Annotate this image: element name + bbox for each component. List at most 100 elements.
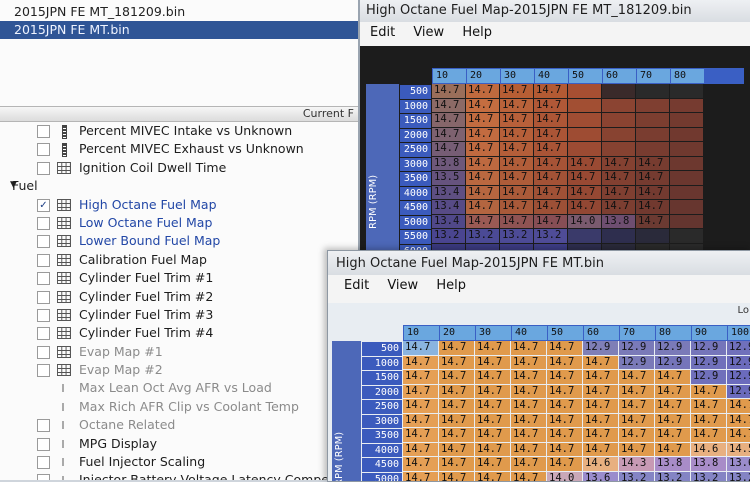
map-cell[interactable]: 12.9 — [583, 341, 618, 355]
tree-item[interactable]: Lower Bound Fuel Map — [0, 232, 362, 250]
map-cell[interactable] — [636, 229, 669, 243]
map-cell[interactable]: 12.9 — [727, 355, 750, 369]
map-cell[interactable]: 14.7 — [466, 156, 499, 170]
row-header[interactable]: 1000 — [400, 99, 431, 113]
map-cell[interactable]: 14.7 — [583, 370, 618, 384]
map-cell[interactable] — [568, 127, 601, 141]
map-cell[interactable]: 14.7 — [619, 384, 654, 398]
column-header[interactable]: 80 — [671, 69, 704, 83]
file-item[interactable]: 2015JPN FE MT_181209.bin — [0, 3, 360, 21]
map-cell[interactable]: 14.7 — [619, 413, 654, 427]
row-header[interactable]: 2500 — [362, 400, 402, 414]
column-header[interactable]: 40 — [512, 326, 547, 340]
item-checkbox[interactable] — [37, 437, 50, 451]
column-header[interactable]: 50 — [548, 326, 583, 340]
row-header[interactable]: 3000 — [362, 414, 402, 428]
column-header[interactable]: 30 — [501, 69, 534, 83]
tree-item[interactable]: Evap Map #2 — [0, 361, 362, 379]
map-cell[interactable]: 13.8 — [602, 214, 635, 228]
map-cell[interactable] — [636, 84, 669, 98]
map-cell[interactable]: 14.7 — [466, 214, 499, 228]
map-cell[interactable]: 14.7 — [466, 200, 499, 214]
map-cell[interactable]: 14.7 — [534, 127, 567, 141]
back-map-window[interactable]: High Octane Fuel Map-2015JPN FE MT_18120… — [358, 0, 750, 270]
map-cell[interactable]: 14.7 — [511, 442, 546, 456]
item-checkbox[interactable] — [37, 345, 50, 359]
map-cell[interactable]: 14.7 — [403, 457, 438, 471]
map-cell[interactable]: 14.7 — [619, 442, 654, 456]
map-cell[interactable]: 14.0 — [568, 214, 601, 228]
map-cell[interactable] — [568, 98, 601, 112]
map-cell[interactable]: 13.2 — [500, 229, 533, 243]
map-cell[interactable] — [602, 84, 635, 98]
map-cell[interactable]: 14.7 — [547, 428, 582, 442]
map-cell[interactable] — [670, 200, 703, 214]
map-cell[interactable]: 14.6 — [583, 457, 618, 471]
map-cell[interactable]: 14.7 — [475, 399, 510, 413]
map-cell[interactable]: 14.7 — [432, 113, 465, 127]
map-cell[interactable]: 14.7 — [583, 442, 618, 456]
map-cell[interactable]: 14.7 — [500, 156, 533, 170]
map-cell[interactable]: 13.8 — [432, 156, 465, 170]
map-cell[interactable]: 14.7 — [534, 98, 567, 112]
map-cell[interactable]: 14.7 — [475, 457, 510, 471]
item-checkbox[interactable] — [37, 308, 50, 322]
row-header[interactable]: 1000 — [362, 356, 402, 370]
map-cell[interactable]: 14.7 — [403, 341, 438, 355]
map-cell[interactable]: 14.7 — [636, 185, 669, 199]
column-header[interactable]: 20 — [440, 326, 475, 340]
map-cell[interactable]: 14.7 — [636, 171, 669, 185]
map-cell[interactable]: 14.7 — [439, 355, 474, 369]
menu-view[interactable]: View — [387, 278, 418, 293]
map-cell[interactable]: 14.7 — [602, 156, 635, 170]
map-cell[interactable]: 14.7 — [439, 442, 474, 456]
column-header[interactable]: 50 — [569, 69, 602, 83]
item-checkbox[interactable] — [37, 161, 50, 175]
map-cell[interactable]: 14.7 — [534, 200, 567, 214]
map-cell[interactable]: 14.7 — [439, 341, 474, 355]
map-cell[interactable]: 13.8 — [691, 457, 726, 471]
row-header[interactable]: 4500 — [362, 458, 402, 472]
map-cell[interactable] — [602, 142, 635, 156]
map-cell[interactable] — [670, 156, 703, 170]
map-cell[interactable]: 12.9 — [727, 341, 750, 355]
row-header[interactable]: 4500 — [400, 201, 431, 215]
tree-item[interactable]: Injector Battery Voltage Latency Compen — [0, 471, 362, 480]
map-cell[interactable]: 14.7 — [439, 370, 474, 384]
map-cell[interactable]: 14.7 — [547, 413, 582, 427]
map-cell[interactable]: 14.7 — [475, 384, 510, 398]
map-cell[interactable]: 14.7 — [511, 428, 546, 442]
item-checkbox[interactable] — [37, 364, 50, 378]
row-header[interactable]: 3000 — [400, 157, 431, 171]
map-cell[interactable]: 14.7 — [534, 142, 567, 156]
row-header[interactable]: 500 — [362, 342, 402, 356]
map-cell[interactable]: 14.7 — [475, 370, 510, 384]
map-cell[interactable]: 12.9 — [619, 341, 654, 355]
menu-help[interactable]: Help — [462, 25, 492, 40]
map-cell[interactable]: 14.7 — [602, 200, 635, 214]
map-cell[interactable]: 14.7 — [466, 185, 499, 199]
map-cell[interactable]: 13.2 — [466, 229, 499, 243]
row-header[interactable]: 1500 — [400, 114, 431, 128]
tree-item[interactable]: ✓ High Octane Fuel Map — [0, 196, 362, 214]
map-cell[interactable]: 14.7 — [619, 370, 654, 384]
map-cell[interactable]: 14.7 — [534, 171, 567, 185]
row-header[interactable]: 3500 — [400, 172, 431, 186]
row-header[interactable]: 4000 — [362, 443, 402, 457]
tree-category[interactable]: ▼ Fuel — [0, 177, 362, 195]
map-cell[interactable] — [670, 185, 703, 199]
row-header[interactable]: 4000 — [400, 186, 431, 200]
tree-item[interactable]: Calibration Fuel Map — [0, 251, 362, 269]
item-checkbox[interactable] — [37, 272, 50, 286]
map-cell[interactable]: 14.7 — [547, 442, 582, 456]
menu-edit[interactable]: Edit — [344, 278, 369, 293]
map-cell[interactable]: 14.7 — [403, 384, 438, 398]
map-cell[interactable] — [670, 113, 703, 127]
map-cell[interactable] — [602, 98, 635, 112]
map-cell[interactable]: 14.7 — [511, 413, 546, 427]
map-cell[interactable]: 13.2 — [534, 229, 567, 243]
map-cell[interactable]: 14.7 — [619, 428, 654, 442]
tree-item[interactable]: Cylinder Fuel Trim #2 — [0, 288, 362, 306]
map-cell[interactable]: 14.7 — [655, 413, 690, 427]
map-cell[interactable]: 12.9 — [727, 370, 750, 384]
